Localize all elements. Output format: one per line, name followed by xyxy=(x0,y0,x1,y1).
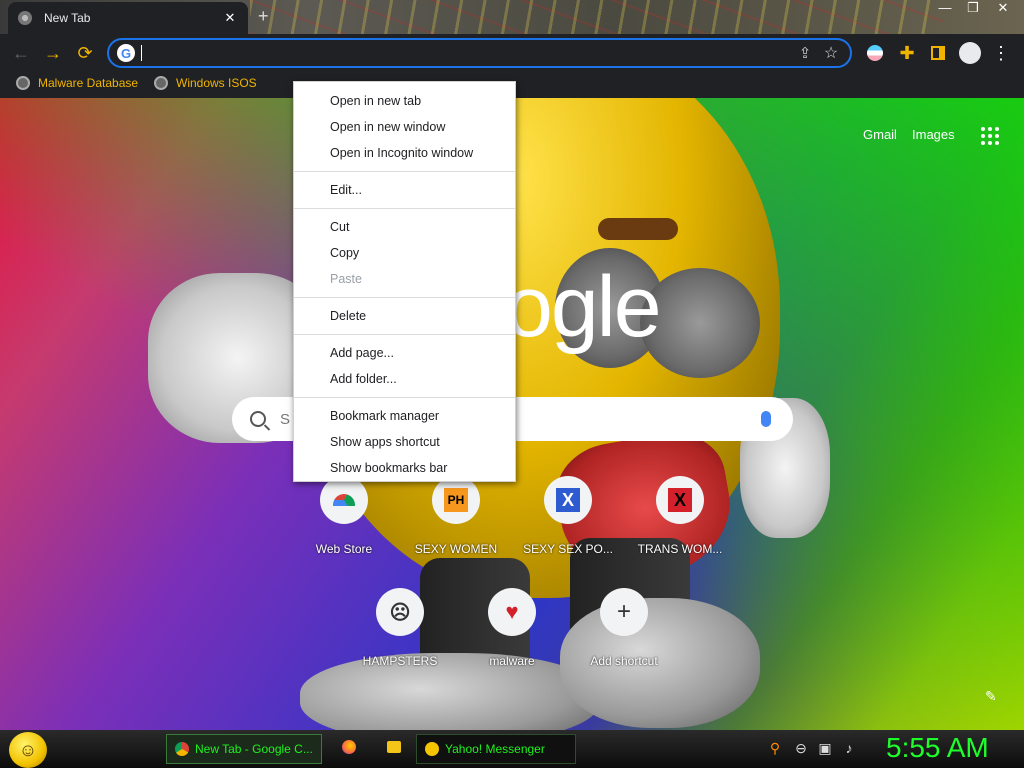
heart-icon: ♥ xyxy=(488,588,536,636)
menu-item-edit[interactable]: Edit... xyxy=(294,177,515,203)
shortcut-sexy-sex-po[interactable]: X SEXY SEX PO... xyxy=(512,476,624,556)
shortcut-web-store[interactable]: Web Store xyxy=(288,476,400,556)
globe-icon xyxy=(16,76,30,90)
x-site-icon: X xyxy=(544,476,592,524)
address-bar[interactable]: G ⇪ ☆ xyxy=(107,38,852,68)
yahoo-smiley-icon xyxy=(425,742,439,756)
chrome-icon xyxy=(175,742,189,756)
extensions-icon[interactable]: ✚ xyxy=(894,40,920,66)
shortcut-label: Add shortcut xyxy=(590,654,658,668)
plus-icon: + xyxy=(600,588,648,636)
bookmark-windows-isos[interactable]: Windows ISOS xyxy=(154,76,257,90)
gmail-link[interactable]: Gmail xyxy=(863,127,897,142)
menu-item-open-in-new-window[interactable]: Open in new window xyxy=(294,114,515,140)
microphone-icon[interactable] xyxy=(761,411,771,427)
minus-tray-icon[interactable]: ⊖ xyxy=(792,740,810,758)
menu-separator xyxy=(294,334,515,335)
tab-favicon-icon xyxy=(18,11,32,25)
ph-icon: PH xyxy=(432,476,480,524)
tab-title: New Tab xyxy=(44,11,91,25)
back-button[interactable]: ← xyxy=(8,40,34,66)
menu-item-bookmark-manager[interactable]: Bookmark manager xyxy=(294,403,515,429)
shortcut-label: Web Store xyxy=(315,542,373,556)
tab-strip: New Tab ✕ + — ❐ ✕ xyxy=(0,0,1024,34)
menu-item-copy[interactable]: Copy xyxy=(294,240,515,266)
profile-avatar-icon[interactable] xyxy=(957,40,983,66)
menu-item-open-in-incognito-window[interactable]: Open in Incognito window xyxy=(294,140,515,166)
menu-item-add-folder[interactable]: Add folder... xyxy=(294,366,515,392)
address-input[interactable] xyxy=(142,40,792,66)
firefox-icon[interactable] xyxy=(340,740,358,758)
menu-item-show-bookmarks-bar[interactable]: Show bookmarks bar xyxy=(294,455,515,481)
shortcut-trans-wom[interactable]: X TRANS WOM... xyxy=(624,476,736,556)
tab-close-button[interactable]: ✕ xyxy=(222,10,238,26)
taskbar-clock[interactable]: 5:55 AM xyxy=(886,732,989,764)
menu-item-show-apps-shortcut[interactable]: Show apps shortcut xyxy=(294,429,515,455)
bookmark-label: Windows ISOS xyxy=(176,76,257,90)
customize-pencil-icon[interactable]: ✎ xyxy=(985,688,997,705)
web-store-icon xyxy=(320,476,368,524)
shortcut-label: malware xyxy=(489,654,535,668)
shortcut-label: TRANS WOM... xyxy=(637,542,723,556)
bookmark-star-icon[interactable]: ☆ xyxy=(818,40,844,66)
x-site-icon: X xyxy=(656,476,704,524)
taskbar: ☺ New Tab - Google C... Yahoo! Messenger… xyxy=(0,730,1024,768)
shortcut-sexy-women[interactable]: PH SEXY WOMEN xyxy=(400,476,512,556)
menu-item-delete[interactable]: Delete xyxy=(294,303,515,329)
menu-item-add-page[interactable]: Add page... xyxy=(294,340,515,366)
new-tab-button[interactable]: + xyxy=(258,6,269,27)
volume-tray-icon[interactable]: ♪ xyxy=(840,740,858,758)
menu-item-paste: Paste xyxy=(330,272,362,286)
shortcut-label: HAMPSTERS xyxy=(362,654,438,668)
task-label: New Tab - Google C... xyxy=(195,742,313,756)
profile-flag-icon[interactable] xyxy=(862,40,888,66)
bookmark-label: Malware Database xyxy=(38,76,139,90)
shortcut-label: SEXY SEX PO... xyxy=(523,542,613,556)
reload-button[interactable]: ⟳ xyxy=(72,40,98,66)
bookmark-malware-database[interactable]: Malware Database xyxy=(16,76,138,90)
search-icon xyxy=(250,411,266,427)
globe-icon xyxy=(154,76,168,90)
menu-separator xyxy=(294,297,515,298)
minimize-button[interactable]: — xyxy=(930,0,960,20)
menu-item-cut[interactable]: Cut xyxy=(294,214,515,240)
restore-button[interactable]: ❐ xyxy=(958,0,988,20)
chrome-menu-button[interactable]: ⋮ xyxy=(988,40,1014,66)
folder-icon[interactable] xyxy=(385,740,403,758)
menu-separator xyxy=(294,397,515,398)
search-tray-icon[interactable]: ⚲ xyxy=(766,740,784,758)
shortcut-add[interactable]: + Add shortcut xyxy=(568,588,680,668)
tab-new-tab[interactable]: New Tab ✕ xyxy=(8,2,248,34)
start-button-smiley-icon[interactable]: ☺ xyxy=(9,732,47,768)
window-close-button[interactable]: ✕ xyxy=(988,0,1018,20)
menu-separator xyxy=(294,171,515,172)
browser-toolbar: ← → ⟳ G ⇪ ☆ ✚ ⋮ xyxy=(0,34,1024,72)
google-logo: ogle xyxy=(505,259,662,355)
menu-separator xyxy=(294,208,515,209)
forward-button[interactable]: → xyxy=(40,40,66,66)
taskbar-yahoo-messenger[interactable]: Yahoo! Messenger xyxy=(416,734,576,764)
share-icon[interactable]: ⇪ xyxy=(792,40,818,66)
bookmark-context-menu: Open in new tab Open in new window Open in… xyxy=(293,81,516,482)
google-g-icon: G xyxy=(117,44,135,62)
hamster-icon: ☹ xyxy=(376,588,424,636)
taskbar-chrome-window[interactable]: New Tab - Google C... xyxy=(166,734,322,764)
smiley-brow xyxy=(598,218,678,240)
side-panel-icon[interactable] xyxy=(925,40,951,66)
google-apps-icon[interactable] xyxy=(981,127,999,145)
shortcut-hampsters[interactable]: ☹ HAMPSTERS xyxy=(344,588,456,668)
shortcut-label: SEXY WOMEN xyxy=(414,542,498,556)
menu-item-open-in-new-tab[interactable]: Open in new tab xyxy=(294,88,515,114)
images-link[interactable]: Images xyxy=(912,127,955,142)
task-label: Yahoo! Messenger xyxy=(445,742,545,756)
shortcut-malware[interactable]: ♥ malware xyxy=(456,588,568,668)
network-tray-icon[interactable]: ▣ xyxy=(816,740,834,758)
